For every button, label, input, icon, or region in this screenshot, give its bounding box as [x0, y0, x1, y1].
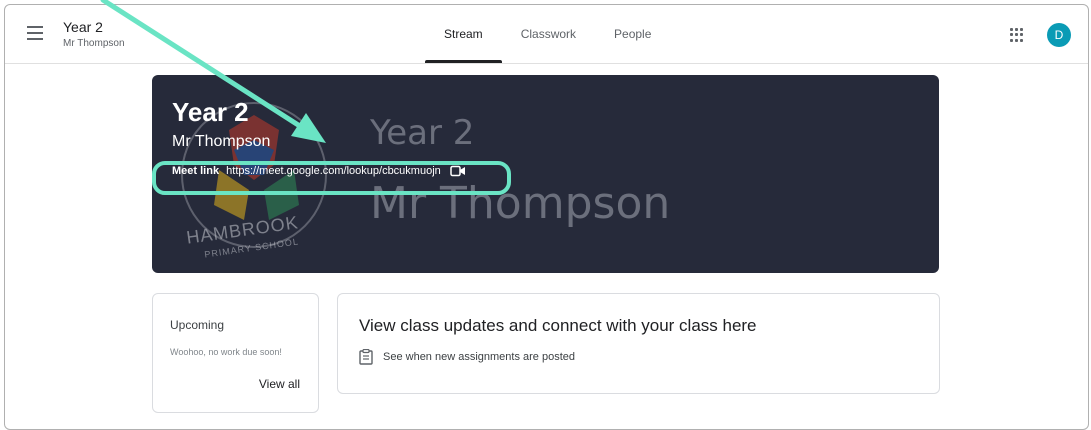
- annotation-arrow-icon: [100, 0, 326, 143]
